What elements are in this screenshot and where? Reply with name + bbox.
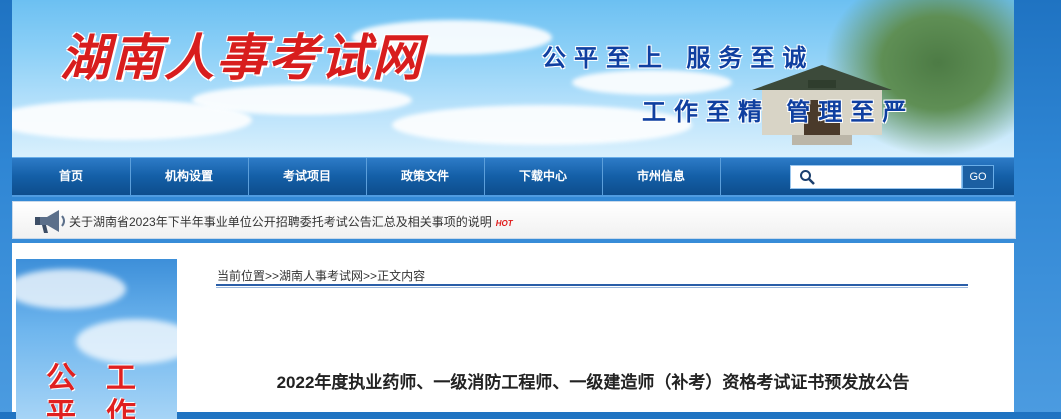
breadcrumb: 当前位置>>湖南人事考试网>>正文内容	[217, 267, 425, 284]
search-icon	[800, 170, 815, 185]
nav-item-exams[interactable]: 考试项目	[248, 158, 367, 195]
notice-text: 关于湖南省2023年下半年事业单位公开招聘委托考试公告汇总及相关事项的说明	[69, 215, 492, 229]
article-title: 2022年度执业药师、一级消防工程师、一级建造师（补考）资格考试证书预发放公告	[276, 373, 910, 392]
main-nav: 首页 机构设置 考试项目 政策文件 下载中心 市州信息 GO	[12, 157, 1014, 197]
breadcrumb-divider	[216, 284, 968, 286]
side-char-4: 作	[106, 397, 136, 419]
page-wrapper: 湖南人事考试网 公平至上 服务至诚 工作至精 管理至严 首页 机构设置 考试项目…	[12, 0, 1016, 419]
side-char-3: 平	[46, 397, 76, 419]
breadcrumb-current: 正文内容	[377, 269, 426, 283]
megaphone-icon	[35, 210, 65, 233]
side-banner: 公 工 平 作	[16, 259, 177, 419]
nav-item-downloads[interactable]: 下载中心	[484, 158, 603, 195]
site-title: 湖南人事考试网	[60, 28, 424, 87]
notice-link[interactable]: 关于湖南省2023年下半年事业单位公开招聘委托考试公告汇总及相关事项的说明 HOT	[69, 213, 513, 230]
breadcrumb-divider-thin	[216, 287, 968, 288]
notice-bar: 关于湖南省2023年下半年事业单位公开招聘委托考试公告汇总及相关事项的说明 HOT	[12, 201, 1016, 239]
slogan-service: 公平至上 服务至诚	[542, 43, 815, 72]
breadcrumb-home[interactable]: 湖南人事考试网	[279, 269, 363, 283]
nav-item-organization[interactable]: 机构设置	[130, 158, 249, 195]
main-content: 公 工 平 作 当前位置>>湖南人事考试网>>正文内容 2022年度执业药师、一…	[12, 243, 1014, 419]
slogan-work: 工作至精 管理至严	[642, 97, 915, 126]
nav-item-home[interactable]: 首页	[12, 158, 131, 195]
breadcrumb-sep: >>	[265, 269, 280, 283]
search-input[interactable]	[823, 167, 961, 187]
go-button[interactable]: GO	[962, 165, 994, 189]
breadcrumb-label: 当前位置	[217, 269, 266, 283]
header-banner: 湖南人事考试网 公平至上 服务至诚 工作至精 管理至严	[12, 0, 1014, 157]
breadcrumb-sep: >>	[363, 269, 378, 283]
search-box	[790, 165, 962, 189]
nav-item-policies[interactable]: 政策文件	[366, 158, 485, 195]
hot-badge: HOT	[495, 219, 513, 228]
nav-item-city-info[interactable]: 市州信息	[602, 158, 721, 195]
